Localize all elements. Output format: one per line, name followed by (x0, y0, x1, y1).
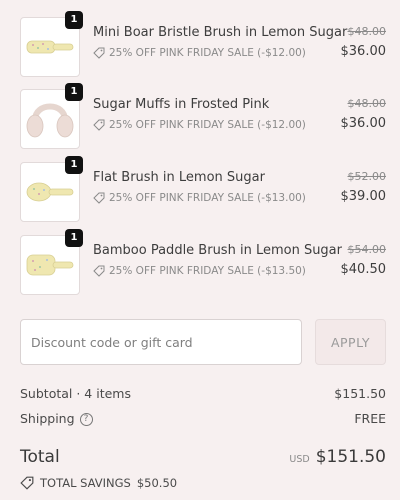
discount-text: 25% OFF PINK FRIDAY SALE (-$13.50) (109, 265, 306, 277)
discount-code-form: APPLY (20, 319, 386, 365)
original-price: $48.00 (347, 25, 387, 38)
product-title[interactable]: Bamboo Paddle Brush in Lemon Sugar (93, 243, 342, 258)
original-price: $52.00 (347, 170, 387, 183)
mini-brush-image (26, 40, 74, 54)
cart-item: 1 Flat Brush in Lemon Sugar 25% OFF PINK… (20, 156, 387, 222)
savings-value: $50.50 (136, 476, 178, 490)
tag-icon (93, 265, 105, 277)
subtotal-row: Subtotal · 4 items $151.50 (20, 386, 386, 401)
product-title[interactable]: Mini Boar Bristle Brush in Lemon Sugar (93, 25, 347, 40)
sale-price: $39.00 (340, 189, 387, 204)
currency-code: USD (289, 454, 310, 465)
subtotal-value: $151.50 (334, 386, 386, 401)
quantity-badge: 1 (65, 11, 83, 29)
product-title[interactable]: Sugar Muffs in Frosted Pink (93, 97, 269, 112)
shipping-row: Shipping? FREE (20, 411, 386, 426)
total-label: Total (20, 447, 60, 467)
flat-brush-image (26, 182, 74, 202)
tag-icon (93, 192, 105, 204)
discount-label: 25% OFF PINK FRIDAY SALE (-$13.50) (93, 265, 306, 277)
shipping-label-group: Shipping? (20, 411, 93, 426)
discount-text: 25% OFF PINK FRIDAY SALE (-$13.00) (109, 192, 306, 204)
total-value: $151.50 (315, 447, 386, 467)
tag-icon (93, 47, 105, 59)
total-value-group: USD $151.50 (289, 447, 386, 467)
paddle-brush-image (26, 254, 74, 276)
help-icon[interactable]: ? (79, 413, 93, 426)
tag-icon (93, 119, 105, 131)
discount-text: 25% OFF PINK FRIDAY SALE (-$12.00) (109, 119, 306, 131)
sale-price: $40.50 (340, 262, 387, 277)
sale-price: $36.00 (340, 44, 387, 59)
earmuffs-image (26, 103, 74, 138)
shipping-value: FREE (354, 411, 386, 426)
savings-label: TOTAL SAVINGS (40, 476, 131, 490)
discount-label: 25% OFF PINK FRIDAY SALE (-$13.00) (93, 192, 306, 204)
cart-item: 1 Bamboo Paddle Brush in Lemon Sugar 25%… (20, 229, 387, 295)
original-price: $54.00 (347, 243, 387, 256)
quantity-badge: 1 (65, 156, 83, 174)
sale-price: $36.00 (340, 116, 387, 131)
discount-label: 25% OFF PINK FRIDAY SALE (-$12.00) (93, 47, 306, 59)
discount-text: 25% OFF PINK FRIDAY SALE (-$12.00) (109, 47, 306, 59)
quantity-badge: 1 (65, 229, 83, 247)
original-price: $48.00 (347, 97, 387, 110)
discount-label: 25% OFF PINK FRIDAY SALE (-$12.00) (93, 119, 306, 131)
quantity-badge: 1 (65, 83, 83, 101)
subtotal-label: Subtotal · 4 items (20, 386, 131, 401)
shipping-label: Shipping (20, 411, 75, 426)
discount-code-input[interactable] (20, 319, 302, 365)
apply-button[interactable]: APPLY (315, 319, 386, 365)
tag-icon (20, 476, 34, 490)
cart-item: 1 Mini Boar Bristle Brush in Lemon Sugar… (20, 11, 387, 77)
total-savings: TOTAL SAVINGS $50.50 (20, 476, 177, 490)
product-title[interactable]: Flat Brush in Lemon Sugar (93, 170, 265, 185)
cart-item: 1 Sugar Muffs in Frosted Pink 25% OFF PI… (20, 83, 387, 149)
total-row: Total USD $151.50 (20, 447, 386, 467)
